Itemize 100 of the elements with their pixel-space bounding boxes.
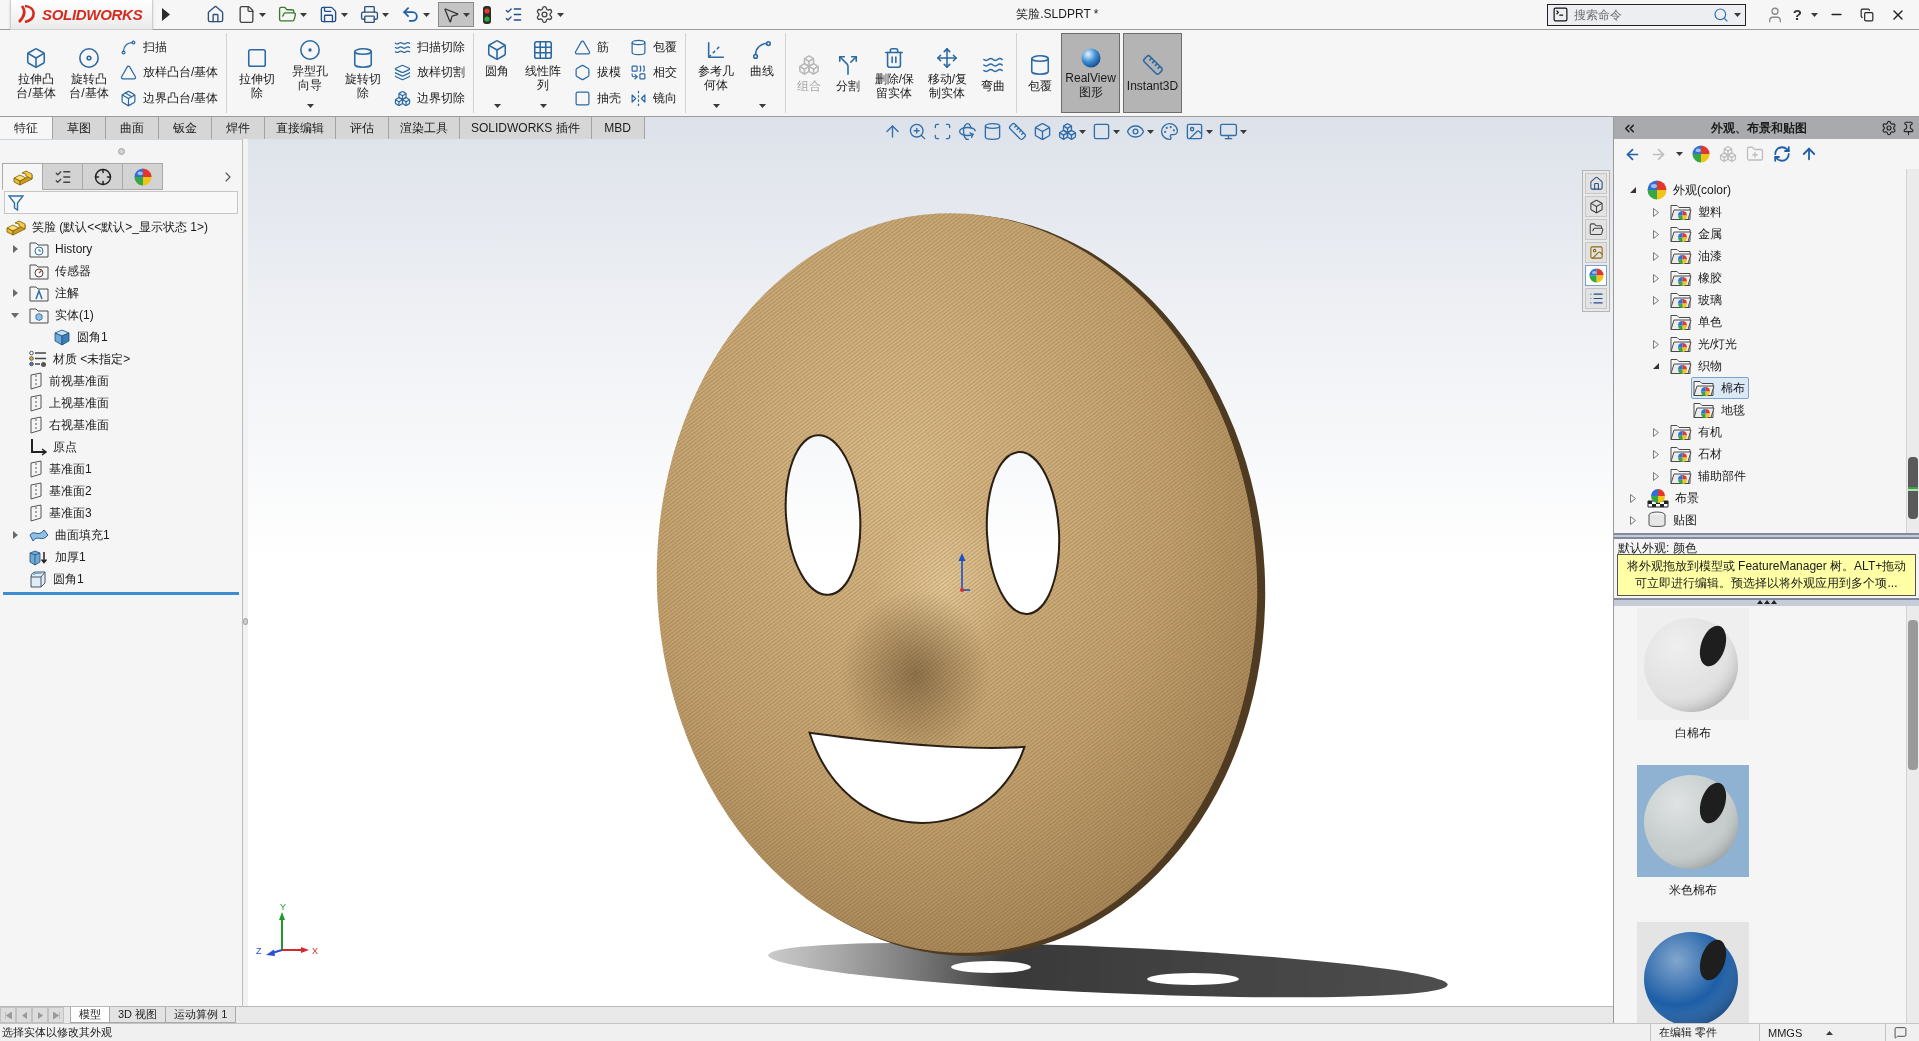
tree-item[interactable]: 棉布 xyxy=(1691,377,1749,399)
toolbar-button[interactable] xyxy=(1772,144,1792,164)
tree-item[interactable]: 光/灯光 xyxy=(1668,333,1742,355)
panel-tab[interactable] xyxy=(42,163,83,190)
ribbon-button[interactable]: 曲线 xyxy=(744,33,781,113)
filter-field[interactable] xyxy=(4,191,238,214)
grip-icon[interactable] xyxy=(1756,600,1777,604)
corner-triangle-icon[interactable] xyxy=(1653,363,1659,369)
ribbon-button[interactable]: 镜向 xyxy=(627,88,681,108)
ribbon-button[interactable]: 删除/保留实体 xyxy=(869,33,920,113)
tree-item[interactable]: 辅助部件 xyxy=(1668,465,1750,487)
settings-icon[interactable] xyxy=(1881,120,1897,136)
command-tab[interactable]: 草图 xyxy=(53,117,106,139)
ribbon-button[interactable]: Instant3D xyxy=(1122,33,1183,113)
view-button[interactable] xyxy=(1032,121,1053,142)
ribbon-button[interactable]: 包覆 xyxy=(627,38,681,58)
ribbon-button[interactable]: 放样凸台/基体 xyxy=(117,63,222,83)
command-tab[interactable]: 直接编辑 xyxy=(265,117,336,139)
ribbon-button[interactable]: 圆角 xyxy=(479,33,516,113)
command-tab[interactable]: 渲染工具 xyxy=(389,117,460,139)
tree-item[interactable]: 贴图 xyxy=(1645,509,1701,531)
ribbon-button[interactable]: 边界凸台/基体 xyxy=(117,88,222,108)
tree-item[interactable]: 加厚1 xyxy=(27,546,90,568)
tree-item[interactable]: 有机 xyxy=(1668,421,1726,443)
tree-item[interactable]: 右视基准面 xyxy=(27,414,113,436)
material-thumbnail[interactable] xyxy=(1637,765,1749,877)
ribbon-button[interactable]: 分割 xyxy=(830,33,867,113)
view-button[interactable] xyxy=(957,121,978,142)
tree-item[interactable]: 油漆 xyxy=(1668,245,1726,267)
triangle-down-icon[interactable] xyxy=(11,312,19,318)
tree-item[interactable]: 曲面填充1 xyxy=(27,524,114,546)
tree-item[interactable]: 基准面3 xyxy=(27,502,96,524)
tree-item[interactable]: 外观(color) xyxy=(1645,178,1735,202)
command-tab[interactable]: 曲面 xyxy=(106,117,159,139)
material-thumbnail[interactable] xyxy=(1637,922,1749,1023)
tree-item[interactable]: 石材 xyxy=(1668,443,1726,465)
triangle-right-icon[interactable] xyxy=(162,8,170,21)
search-input[interactable]: 搜索命令 xyxy=(1573,5,1708,24)
view-button[interactable] xyxy=(1007,121,1028,142)
tree-item[interactable]: 金属 xyxy=(1668,223,1726,245)
tree-item[interactable]: 布景 xyxy=(1645,486,1703,510)
tree-item[interactable]: 塑料 xyxy=(1668,201,1726,223)
ribbon-button[interactable]: 旋转凸台/基体 xyxy=(64,33,114,113)
material-thumbnail[interactable] xyxy=(1637,608,1749,720)
ribbon-button[interactable]: 扫描 xyxy=(117,38,222,58)
tree-item[interactable]: 单色 xyxy=(1668,311,1726,333)
task-pane-tab[interactable] xyxy=(1585,288,1607,309)
tree-item[interactable]: 圆角1 xyxy=(51,326,112,348)
pin-icon[interactable] xyxy=(1901,120,1916,136)
command-tab[interactable]: 评估 xyxy=(336,117,389,139)
scrollbar[interactable] xyxy=(1906,169,1919,533)
tree-item[interactable]: 玻璃 xyxy=(1668,289,1726,311)
tree-item[interactable]: 圆角1 xyxy=(27,568,88,590)
smiley-face-drawing[interactable] xyxy=(657,213,1265,956)
sheet-tab[interactable]: 运动算例 1 xyxy=(165,1007,237,1023)
ribbon-button[interactable]: 弯曲 xyxy=(975,33,1012,113)
toolbar-button[interactable] xyxy=(1675,151,1684,157)
tree-item[interactable]: History xyxy=(27,238,97,260)
ribbon-button[interactable]: 拉伸切除 xyxy=(232,33,283,113)
panel-tab[interactable] xyxy=(82,163,123,190)
command-tab[interactable]: 钣金 xyxy=(159,117,212,139)
tree-item[interactable]: 上视基准面 xyxy=(27,392,113,414)
tree-item[interactable]: 实体(1) xyxy=(27,304,98,326)
status-units[interactable]: MMGS xyxy=(1768,1026,1803,1039)
ribbon-button[interactable]: 包覆 xyxy=(1022,33,1059,113)
view-button[interactable] xyxy=(1159,121,1180,142)
ribbon-button[interactable]: 边界切除 xyxy=(391,88,469,108)
tree-item[interactable]: 橡胶 xyxy=(1668,267,1726,289)
command-tab[interactable]: SOLIDWORKS 插件 xyxy=(460,117,592,139)
ribbon-button[interactable]: 旋转切除 xyxy=(338,33,389,113)
ribbon-button[interactable]: RealView图形 xyxy=(1061,33,1120,113)
resize-handle[interactable] xyxy=(117,148,125,155)
tree-item[interactable]: 基准面1 xyxy=(27,458,96,480)
corner-triangle-icon[interactable] xyxy=(1630,187,1636,193)
tree-item[interactable]: 地毯 xyxy=(1691,399,1749,421)
search-icon[interactable] xyxy=(1712,6,1729,23)
ribbon-button[interactable]: 筋 xyxy=(571,38,625,58)
task-pane-tab[interactable] xyxy=(1585,219,1607,240)
tree-item[interactable]: 织物 xyxy=(1668,355,1726,377)
ribbon-button[interactable]: 移动/复制实体 xyxy=(922,33,973,113)
tree-item[interactable]: 基准面2 xyxy=(27,480,96,502)
view-button[interactable] xyxy=(1218,121,1248,142)
sheet-tab[interactable]: 3D 视图 xyxy=(109,1007,167,1023)
task-pane-tab[interactable] xyxy=(1585,242,1607,263)
view-button[interactable] xyxy=(1057,121,1087,142)
search-field[interactable]: 搜索命令 xyxy=(1546,3,1746,26)
task-pane-tab[interactable] xyxy=(1585,173,1607,194)
ribbon-button[interactable]: 放样切割 xyxy=(391,63,469,83)
tree-item[interactable]: 笑脸 (默认<<默认>_显示状态 1>) xyxy=(4,216,213,238)
toolbar-button[interactable] xyxy=(438,2,474,27)
command-tab[interactable]: 特征 xyxy=(0,117,53,139)
tree-item[interactable]: 前视基准面 xyxy=(27,370,113,392)
tree-item[interactable]: 原点 xyxy=(27,436,81,458)
tree-item[interactable]: 材质 <未指定> xyxy=(27,348,135,370)
view-button[interactable] xyxy=(907,121,928,142)
ribbon-button[interactable]: 抽壳 xyxy=(571,88,625,108)
command-tab[interactable]: MBD xyxy=(591,117,645,139)
sheet-tab[interactable]: 模型 xyxy=(70,1007,110,1023)
ribbon-button[interactable]: 拉伸凸台/基体 xyxy=(11,33,61,113)
task-pane-tab[interactable] xyxy=(1585,265,1607,286)
